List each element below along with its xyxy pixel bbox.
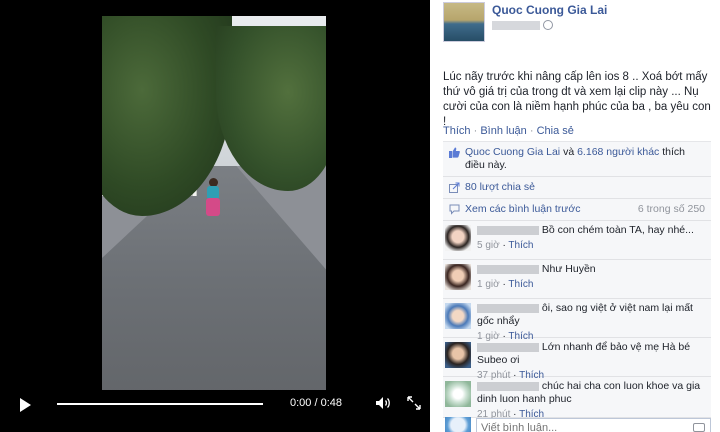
commenter-avatar[interactable] <box>445 225 471 251</box>
likes-conjunction: và <box>560 146 578 158</box>
shares-summary: 80 lượt chia sẻ <box>443 177 711 199</box>
comment-input[interactable] <box>476 418 711 432</box>
author-avatar[interactable] <box>443 2 485 42</box>
commenter-name-redacted[interactable] <box>477 381 539 391</box>
post-text: Lúc nãy trước khi nâng cấp lên ios 8 .. … <box>443 71 711 128</box>
action-separator: · <box>529 125 534 137</box>
comment-item: Như Huyền 1 giờ · Thích <box>443 260 711 299</box>
thumbs-up-icon <box>449 147 460 158</box>
comment-composer <box>443 414 711 432</box>
globe-icon <box>543 20 553 30</box>
post-side-panel: Quoc Cuong Gia Lai Lúc nãy trước khi nân… <box>430 0 720 432</box>
action-separator: · <box>473 125 478 137</box>
previous-comments-link[interactable]: Xem các bình luận trước <box>465 203 580 215</box>
commenter-avatar[interactable] <box>445 381 471 407</box>
post-actions: Thích · Bình luận · Chia sẻ <box>443 125 574 137</box>
video-progress-bar[interactable] <box>57 403 263 405</box>
share-link[interactable]: Chia sẻ <box>537 125 574 137</box>
comment-time: 1 giờ <box>477 279 500 290</box>
commenter-name-redacted[interactable] <box>477 342 539 352</box>
comment-count: 6 trong số 250 <box>637 203 705 215</box>
likes-author-link[interactable]: Quoc Cuong Gia Lai <box>465 146 560 158</box>
comment-text: Bồ con chém toàn TA, hay nhé... <box>541 224 694 236</box>
video-child-on-bike <box>206 178 220 218</box>
video-player[interactable]: 0:00 / 0:48 <box>0 0 430 432</box>
play-icon[interactable] <box>20 398 31 412</box>
commenter-name-redacted[interactable] <box>477 303 539 313</box>
likes-summary: Quoc Cuong Gia Lai và 6.168 người khác t… <box>443 142 711 177</box>
commenter-name-redacted[interactable] <box>477 264 539 274</box>
fullscreen-icon[interactable] <box>406 395 422 411</box>
commenter-avatar[interactable] <box>445 264 471 290</box>
shares-link[interactable]: 80 lượt chia sẻ <box>465 181 535 193</box>
commenter-avatar[interactable] <box>445 342 471 368</box>
comment-time: 5 giờ <box>477 240 500 251</box>
feedback-box: Quoc Cuong Gia Lai và 6.168 người khác t… <box>443 141 711 420</box>
viewer-avatar <box>445 417 471 432</box>
post-timestamp-redacted <box>492 21 540 30</box>
video-frame[interactable] <box>102 16 326 390</box>
comment-item: Bồ con chém toàn TA, hay nhé... 5 giờ · … <box>443 221 711 260</box>
post-header: Quoc Cuong Gia Lai <box>430 0 720 56</box>
comment-text: Như Huyền <box>541 263 596 275</box>
like-link[interactable]: Thích <box>443 125 471 137</box>
comment-bubble-icon <box>449 204 460 215</box>
comment-item: Lớn nhanh để bảo vệ mẹ Hà bé Subeo ơi 37… <box>443 338 711 381</box>
share-icon <box>449 182 460 193</box>
volume-icon[interactable] <box>375 396 391 410</box>
previous-comments-row: Xem các bình luận trước 6 trong số 250 <box>443 199 711 221</box>
comment-like-link[interactable]: Thích <box>508 279 533 290</box>
video-controls: 0:00 / 0:48 <box>0 390 430 418</box>
comment-item: ôi, sao ng việt ở việt nam lại mất gốc n… <box>443 299 711 342</box>
comment-link[interactable]: Bình luận <box>480 125 526 137</box>
video-time: 0:00 / 0:48 <box>290 397 342 409</box>
commenter-name-redacted[interactable] <box>477 225 539 235</box>
comment-like-link[interactable]: Thích <box>508 240 533 251</box>
comment-item: chúc hai cha con luon khoe va gia dinh l… <box>443 377 711 420</box>
likes-others-link[interactable]: 6.168 người khác <box>577 146 659 158</box>
camera-icon[interactable] <box>693 423 705 432</box>
commenter-avatar[interactable] <box>445 303 471 329</box>
author-name[interactable]: Quoc Cuong Gia Lai <box>492 3 607 17</box>
